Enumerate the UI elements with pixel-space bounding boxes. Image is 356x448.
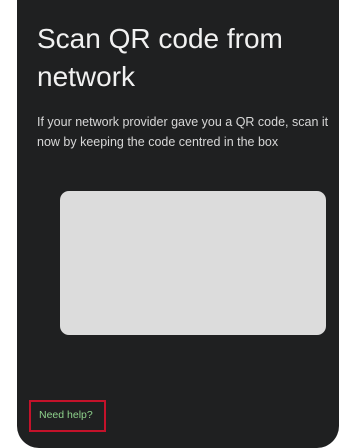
instructions-text: If your network provider gave you a QR c… — [37, 115, 329, 149]
qr-scan-screen: Scan QR code from network If your networ… — [17, 0, 339, 448]
qr-scanner-viewfinder — [60, 191, 326, 335]
need-help-link[interactable]: Need help? — [39, 408, 93, 422]
page-title: Scan QR code from network — [37, 23, 283, 92]
